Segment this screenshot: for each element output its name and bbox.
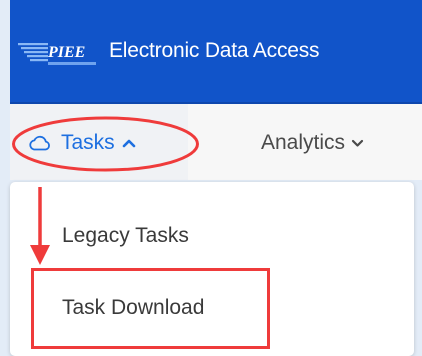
- app-title: Electronic Data Access: [109, 39, 320, 62]
- page-edge: [0, 0, 10, 356]
- chevron-up-icon: [122, 139, 135, 148]
- analytics-label: Analytics: [261, 131, 346, 154]
- cloud-icon: [29, 135, 50, 151]
- tasks-dropdown-menu: [10, 182, 414, 356]
- menu-item-task-download[interactable]: Task Download: [62, 296, 204, 320]
- chevron-down-icon: [351, 139, 364, 147]
- menu-item-legacy-tasks[interactable]: Legacy Tasks: [62, 224, 189, 248]
- tasks-label: Tasks: [61, 131, 115, 154]
- piee-logo: PIEE: [18, 43, 96, 65]
- tasks-nav-button[interactable]: Tasks: [28, 131, 136, 155]
- analytics-nav-button[interactable]: Analytics: [261, 131, 364, 155]
- app-header: PIEE Electronic Data Access: [10, 0, 422, 104]
- logo-text: PIEE: [47, 44, 85, 61]
